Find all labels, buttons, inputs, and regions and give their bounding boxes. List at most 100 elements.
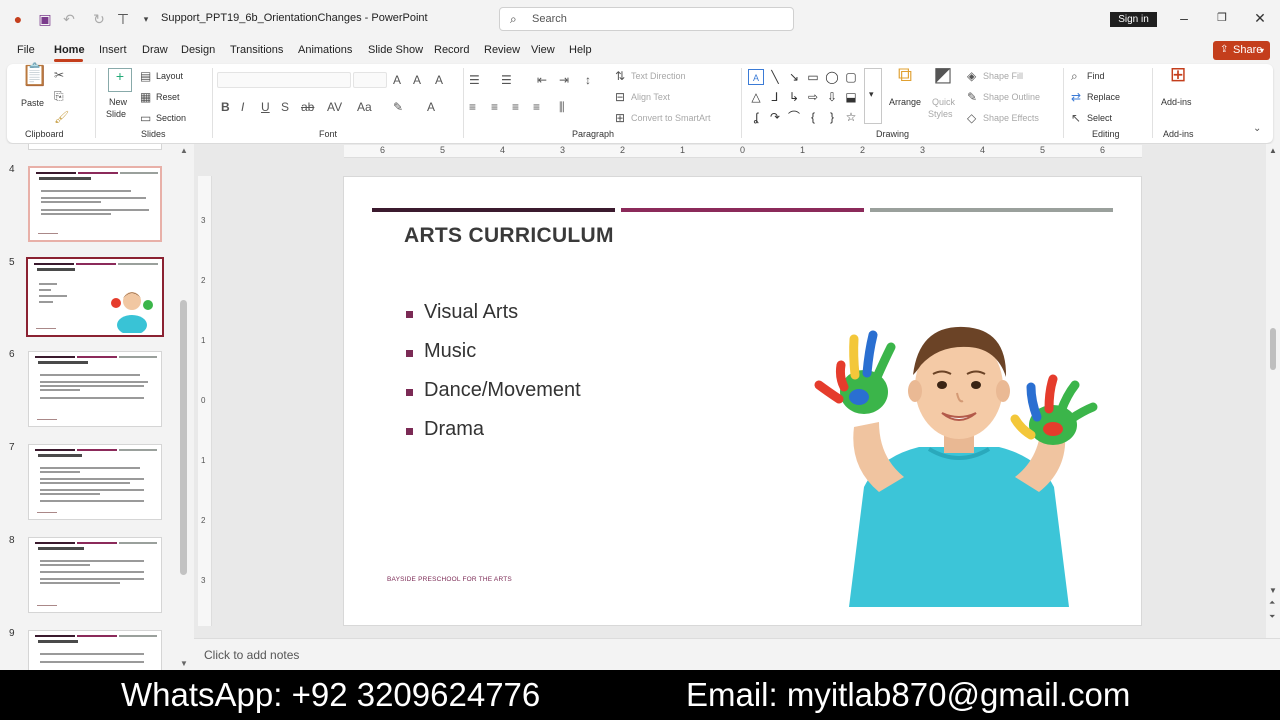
textbox-shape-icon[interactable]: A — [748, 69, 764, 85]
font-size-select[interactable] — [353, 72, 387, 88]
thumbnail-scrollbar[interactable] — [180, 300, 187, 575]
numbering-icon[interactable]: ☰ — [501, 73, 512, 87]
paste-label[interactable]: Paste — [21, 98, 44, 108]
notes-pane[interactable]: Click to add notes — [194, 638, 1280, 670]
align-left-icon[interactable]: ≡ — [469, 100, 476, 114]
sign-in-button[interactable]: Sign in — [1110, 12, 1157, 27]
italic-icon[interactable]: I — [241, 100, 244, 114]
decrease-indent-icon[interactable]: ⇤ — [537, 73, 547, 87]
copy-icon[interactable]: ⎘ — [54, 89, 64, 103]
section-icon[interactable]: ▭ — [140, 111, 151, 125]
text-shadow-icon[interactable]: S — [281, 100, 289, 114]
new-slide-icon[interactable]: + — [108, 68, 132, 92]
redo-icon[interactable]: ↻ — [90, 10, 108, 28]
present-icon[interactable]: ⊤ — [114, 10, 132, 28]
vertical-scrollbar[interactable] — [1266, 144, 1280, 638]
columns-icon[interactable]: ⫼ — [559, 100, 565, 114]
customize-toolbar-icon[interactable]: ▾ — [137, 10, 155, 28]
arc-shape-icon[interactable]: ⌒ — [786, 109, 802, 125]
new-slide-label-2[interactable]: Slide — [106, 109, 126, 119]
left-brace-shape-icon[interactable]: { — [805, 109, 821, 125]
tab-design[interactable]: Design — [181, 44, 215, 56]
line-shape-icon[interactable]: ╲ — [767, 69, 783, 85]
shape-fill-icon[interactable]: ◈ — [967, 69, 976, 83]
align-text-button[interactable]: Align Text — [631, 92, 670, 102]
paste-icon[interactable]: 📋 — [21, 64, 48, 96]
quick-styles-icon[interactable]: ◩ — [931, 65, 955, 92]
line-spacing-icon[interactable]: ↕ — [585, 73, 591, 87]
bullets-icon[interactable]: ☰ — [469, 73, 480, 87]
tab-help[interactable]: Help — [569, 44, 592, 56]
tab-file[interactable]: File — [17, 44, 35, 56]
close-icon[interactable]: ✕ — [1251, 9, 1269, 27]
save-icon[interactable]: ▣ — [36, 10, 54, 28]
font-family-select[interactable] — [217, 72, 351, 88]
thumb-scroll-up-icon[interactable]: ▲ — [180, 146, 188, 155]
reset-icon[interactable]: ▦ — [140, 90, 151, 104]
bold-icon[interactable]: B — [221, 100, 230, 114]
star-shape-icon[interactable]: ☆ — [843, 109, 859, 125]
slide-thumbnail[interactable] — [28, 166, 162, 242]
text-direction-icon[interactable]: ⇅ — [615, 69, 625, 83]
slide-title[interactable]: ARTS CURRICULUM — [404, 224, 614, 248]
minimize-icon[interactable]: – — [1175, 9, 1193, 27]
arrange-icon[interactable]: ⧉ — [893, 65, 917, 92]
shape-fill-button[interactable]: Shape Fill — [983, 71, 1023, 81]
share-button[interactable]: ⇪ Share ▾ — [1213, 41, 1270, 60]
search-input[interactable]: ⌕ Search — [499, 7, 794, 31]
scroll-up-icon[interactable]: ▲ — [1269, 146, 1277, 155]
tab-animations[interactable]: Animations — [298, 44, 352, 56]
replace-icon[interactable]: ⇄ — [1071, 90, 1081, 104]
highlight-color-icon[interactable]: ✎ — [393, 100, 403, 114]
slide-thumbnail[interactable] — [28, 351, 162, 427]
shape-outline-icon[interactable]: ✎ — [967, 90, 977, 104]
shapes-more-button[interactable]: ▾ — [864, 68, 882, 124]
child-painted-hands-image[interactable] — [809, 317, 1109, 607]
slide-thumbnail-selected[interactable] — [26, 257, 164, 337]
next-slide-icon[interactable]: ⏷ — [1269, 612, 1275, 622]
down-arrow-shape-icon[interactable]: ⇩ — [824, 89, 840, 105]
slide-canvas[interactable]: ARTS CURRICULUM Visual Arts Music Dance/… — [343, 176, 1142, 626]
quick-styles-button[interactable]: Quick — [932, 97, 955, 107]
increase-font-size-icon[interactable]: A — [393, 73, 401, 87]
triangle-shape-icon[interactable]: △ — [748, 89, 764, 105]
tab-review[interactable]: Review — [484, 44, 520, 56]
rectangle-shape-icon[interactable]: ▭ — [805, 69, 821, 85]
tab-record[interactable]: Record — [434, 44, 469, 56]
decrease-font-size-icon[interactable]: A — [413, 73, 421, 87]
find-button[interactable]: Find — [1087, 71, 1105, 81]
replace-button[interactable]: Replace — [1087, 92, 1120, 102]
convert-smartart-icon[interactable]: ⊞ — [615, 111, 625, 125]
thumb-scroll-down-icon[interactable]: ▼ — [180, 659, 188, 668]
slide-thumbnail[interactable] — [28, 630, 162, 670]
add-ins-icon[interactable]: ⊞ — [1166, 65, 1190, 92]
previous-slide-icon[interactable]: ⏶ — [1269, 598, 1275, 608]
elbow-arrow-shape-icon[interactable]: ↳ — [786, 89, 802, 105]
strikethrough-icon[interactable]: ab — [301, 100, 314, 114]
scrollbar-thumb[interactable] — [1270, 328, 1276, 370]
align-center-icon[interactable]: ≡ — [491, 100, 498, 114]
rounded-rectangle-shape-icon[interactable]: ▢ — [843, 69, 859, 85]
increase-indent-icon[interactable]: ⇥ — [559, 73, 569, 87]
convert-smartart-button[interactable]: Convert to SmartArt — [631, 113, 711, 123]
tab-view[interactable]: View — [531, 44, 555, 56]
elbow-connector-shape-icon[interactable]: ⅃ — [767, 89, 783, 105]
find-icon[interactable]: ⌕ — [1071, 69, 1078, 83]
tab-slide-show[interactable]: Slide Show — [368, 44, 423, 56]
align-right-icon[interactable]: ≡ — [512, 100, 519, 114]
curve-shape-icon[interactable]: ↷ — [767, 109, 783, 125]
select-button[interactable]: Select — [1087, 113, 1112, 123]
reset-button[interactable]: Reset — [156, 92, 180, 102]
cut-icon[interactable]: ✂ — [54, 68, 64, 82]
add-ins-button[interactable]: Add-ins — [1161, 97, 1192, 107]
select-icon[interactable]: ↖ — [1071, 111, 1081, 125]
tab-home[interactable]: Home — [54, 44, 85, 56]
arrow-line-shape-icon[interactable]: ↘ — [786, 69, 802, 85]
tab-insert[interactable]: Insert — [99, 44, 127, 56]
collapse-ribbon-icon[interactable]: ⌄ — [1253, 122, 1261, 136]
underline-icon[interactable]: U — [261, 100, 270, 114]
undo-icon[interactable]: ↶ — [60, 10, 78, 28]
slide-thumbnail[interactable] — [28, 444, 162, 520]
layout-icon[interactable]: ▤ — [140, 69, 151, 83]
quick-styles-button-2[interactable]: Styles — [928, 109, 953, 119]
